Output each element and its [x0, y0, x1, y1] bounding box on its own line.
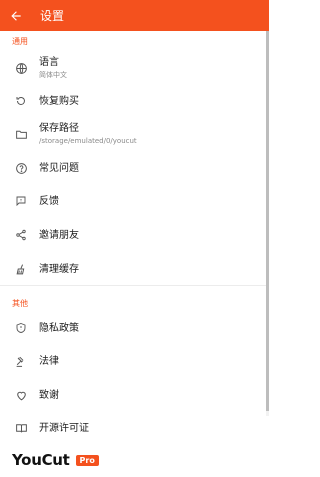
- app-logo: YouCut Pro: [12, 451, 99, 469]
- thanks-label: 致谢: [39, 389, 59, 401]
- save-path-label: 保存路径: [39, 123, 79, 134]
- settings-item-legal[interactable]: 法律: [0, 344, 266, 378]
- settings-item-thanks[interactable]: 致谢: [0, 378, 266, 412]
- language-value: 简体中文: [39, 71, 67, 79]
- section-header-general: 通用: [12, 37, 28, 46]
- faq-label: 常见问题: [39, 162, 79, 174]
- scrollbar-thumb[interactable]: [266, 31, 269, 411]
- settings-item-faq[interactable]: 常见问题: [0, 151, 266, 185]
- settings-item-restore-purchase[interactable]: 恢复购买: [0, 84, 266, 118]
- settings-item-invite[interactable]: 邀请朋友: [0, 218, 266, 252]
- book-icon: [11, 418, 31, 438]
- language-label: 语言: [39, 57, 59, 68]
- share-icon: [11, 225, 31, 245]
- settings-item-feedback[interactable]: 反馈: [0, 184, 266, 218]
- feedback-label: 反馈: [39, 195, 59, 207]
- globe-icon: [11, 58, 31, 78]
- licenses-label: 开源许可证: [39, 422, 89, 434]
- invite-label: 邀请朋友: [39, 229, 79, 241]
- broom-icon: [11, 259, 31, 279]
- feedback-icon: [11, 191, 31, 211]
- section-header-other: 其他: [12, 299, 28, 308]
- legal-label: 法律: [39, 355, 59, 367]
- save-path-value: /storage/emulated/0/youcut: [39, 137, 137, 145]
- heart-icon: [11, 385, 31, 405]
- settings-item-privacy[interactable]: 隐私政策: [0, 311, 266, 345]
- folder-icon: [11, 124, 31, 144]
- settings-item-licenses[interactable]: 开源许可证: [0, 411, 266, 445]
- privacy-label: 隐私政策: [39, 322, 79, 334]
- settings-item-save-path[interactable]: 保存路径 /storage/emulated/0/youcut: [0, 117, 266, 151]
- gavel-icon: [11, 351, 31, 371]
- page-title: 设置: [40, 9, 65, 23]
- settings-item-clear-cache[interactable]: 清理缓存: [0, 252, 266, 286]
- section-divider: [0, 285, 266, 286]
- back-button[interactable]: [0, 0, 32, 31]
- restore-purchase-label: 恢复购买: [39, 95, 79, 107]
- shield-icon: [11, 318, 31, 338]
- pro-badge: Pro: [75, 454, 99, 466]
- logo-text: YouCut: [12, 451, 70, 469]
- arrow-left-icon: [9, 9, 23, 23]
- help-circle-icon: [11, 158, 31, 178]
- settings-item-language[interactable]: 语言 简体中文: [0, 51, 266, 85]
- clear-cache-label: 清理缓存: [39, 263, 79, 275]
- app-bar: 设置: [0, 0, 269, 31]
- restore-icon: [11, 91, 31, 111]
